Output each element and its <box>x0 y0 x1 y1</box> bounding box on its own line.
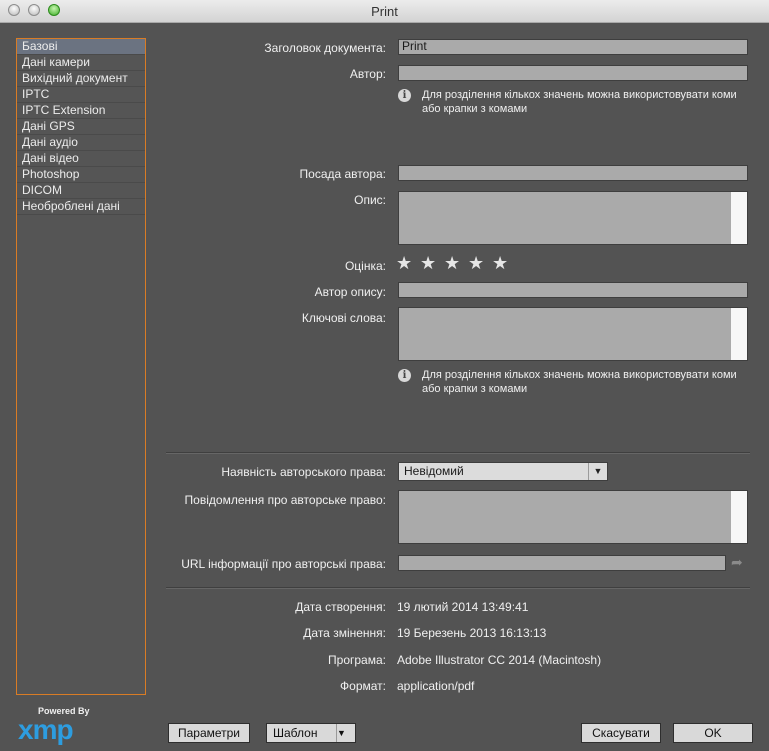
copyright-notice-textarea[interactable] <box>398 490 748 544</box>
section-divider <box>166 587 750 589</box>
xmp-logo: Powered By xmp <box>16 706 90 745</box>
description-label: Опис: <box>354 193 386 207</box>
sidebar-item-basic[interactable]: Базові <box>17 39 145 55</box>
format-label: Формат: <box>340 679 386 693</box>
copyright-url-input[interactable] <box>398 555 726 571</box>
keywords-textarea[interactable] <box>398 307 748 361</box>
rating-star-2-icon[interactable]: ★ <box>420 254 436 272</box>
sidebar-item-camera-data[interactable]: Дані камери <box>17 55 145 71</box>
author-position-label: Посада автора: <box>299 167 386 181</box>
modified-label: Дата змінення: <box>303 626 386 640</box>
copyright-url-label: URL інформації про авторські права: <box>181 557 386 571</box>
created-value: 19 лютий 2014 13:49:41 <box>397 600 529 614</box>
copyright-status-select[interactable]: Невідомий ▼ <box>398 462 608 481</box>
cancel-button[interactable]: Скасувати <box>581 723 661 743</box>
chevron-down-icon: ▼ <box>336 724 355 742</box>
keywords-label: Ключові слова: <box>301 311 386 325</box>
copyright-notice-label: Повідомлення про авторське право: <box>184 493 386 507</box>
copyright-status-value: Невідомий <box>404 464 464 478</box>
format-value: application/pdf <box>397 679 475 693</box>
sidebar-item-gps-data[interactable]: Дані GPS <box>17 119 145 135</box>
rating-star-1-icon[interactable]: ★ <box>396 254 412 272</box>
author-hint: Для розділення кількох значень можна вик… <box>422 89 737 115</box>
sidebar-item-raw-data[interactable]: Необроблені дані <box>17 199 145 215</box>
preferences-button[interactable]: Параметри <box>168 723 250 743</box>
author-label: Автор: <box>349 67 386 81</box>
description-textarea[interactable] <box>398 191 748 245</box>
rating-star-5-icon[interactable]: ★ <box>492 254 508 272</box>
sidebar-item-origin[interactable]: Вихідний документ <box>17 71 145 87</box>
created-label: Дата створення: <box>295 600 386 614</box>
ok-button[interactable]: OK <box>673 723 753 743</box>
doc-title-label: Заголовок документа: <box>264 41 386 55</box>
rating-label: Оцінка: <box>344 259 386 273</box>
template-button-label: Шаблон <box>273 726 318 740</box>
description-writer-label: Автор опису: <box>314 285 386 299</box>
sidebar-item-audio-data[interactable]: Дані аудіо <box>17 135 145 151</box>
description-scrollbar[interactable] <box>731 192 747 244</box>
template-button[interactable]: Шаблон ▼ <box>266 723 356 743</box>
rating-star-3-icon[interactable]: ★ <box>444 254 460 272</box>
author-position-input[interactable] <box>398 165 748 181</box>
author-input[interactable] <box>398 65 748 81</box>
info-icon: i <box>398 369 411 382</box>
description-writer-input[interactable] <box>398 282 748 298</box>
sidebar-item-photoshop[interactable]: Photoshop <box>17 167 145 183</box>
application-label: Програма: <box>328 653 386 667</box>
sidebar-item-dicom[interactable]: DICOM <box>17 183 145 199</box>
rating-star-4-icon[interactable]: ★ <box>468 254 484 272</box>
copyright-notice-scrollbar[interactable] <box>731 491 747 543</box>
sidebar-item-iptc-extension[interactable]: IPTC Extension <box>17 103 145 119</box>
title-bar: Print <box>0 0 769 23</box>
xmp-logo-text: xmp <box>18 714 74 745</box>
category-list: Базові Дані камери Вихідний документ IPT… <box>16 38 146 695</box>
sidebar-item-video-data[interactable]: Дані відео <box>17 151 145 167</box>
print-dialog: Print Базові Дані камери Вихідний докуме… <box>0 0 769 751</box>
chevron-down-icon: ▼ <box>588 463 607 480</box>
keywords-scrollbar[interactable] <box>731 308 747 360</box>
keywords-hint: Для розділення кількох значень можна вик… <box>422 369 737 395</box>
copyright-status-label: Наявність авторського права: <box>221 465 386 479</box>
application-value: Adobe Illustrator CC 2014 (Macintosh) <box>397 653 602 667</box>
info-icon: i <box>398 89 411 102</box>
doc-title-input[interactable]: Print <box>398 39 748 55</box>
window-title: Print <box>371 4 398 19</box>
modified-value: 19 Березень 2013 16:13:13 <box>397 626 547 640</box>
section-divider <box>166 452 750 454</box>
sidebar-item-iptc[interactable]: IPTC <box>17 87 145 103</box>
go-to-url-icon[interactable]: ➦ <box>731 554 743 571</box>
